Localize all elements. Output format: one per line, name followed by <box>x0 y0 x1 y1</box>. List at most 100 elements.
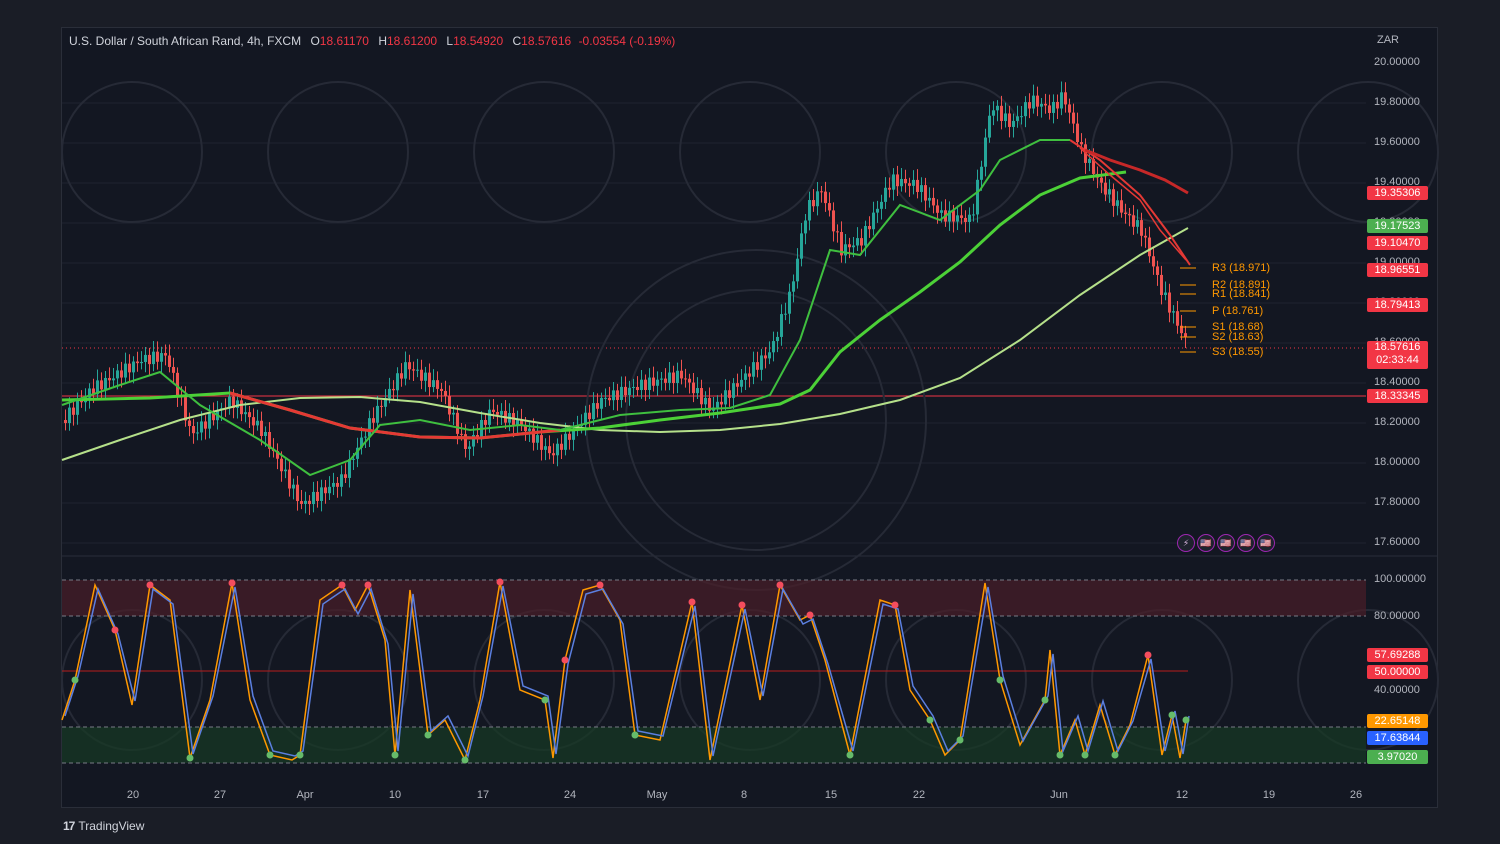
candle-body <box>704 397 707 405</box>
event-icon[interactable]: 🇺🇸 <box>1197 534 1215 552</box>
candle-body <box>344 474 347 478</box>
candle-body <box>348 459 351 478</box>
open-value: 18.61170 <box>319 34 369 48</box>
stoch-cross-dot <box>296 751 304 759</box>
time-axis-label: 22 <box>912 789 926 801</box>
candle-body <box>700 388 703 405</box>
candle-body <box>992 110 995 116</box>
candle-body <box>424 372 427 381</box>
close-value: 18.57616 <box>521 34 572 48</box>
price-tag: 19.10470 <box>1367 236 1428 250</box>
time-axis-label: 12 <box>1175 789 1189 801</box>
event-icon[interactable]: 🇺🇸 <box>1237 534 1255 552</box>
candle-body <box>316 491 319 501</box>
candle-body <box>636 386 639 391</box>
candle-body <box>680 370 683 379</box>
candle-body <box>972 214 975 216</box>
economic-events[interactable]: ⚡ 🇺🇸 🇺🇸 🇺🇸 🇺🇸 <box>1177 534 1275 552</box>
osc-tag: 50.00000 <box>1367 665 1428 679</box>
event-icon[interactable]: 🇺🇸 <box>1257 534 1275 552</box>
candle-body <box>612 390 615 401</box>
event-icon[interactable]: 🇺🇸 <box>1217 534 1235 552</box>
stoch-cross-dot <box>424 731 432 739</box>
candle-body <box>1148 237 1151 257</box>
candle-body <box>452 412 455 415</box>
price-tag-value: 18.57616 <box>1374 341 1421 353</box>
candle-body <box>660 378 663 380</box>
candle-body <box>1128 214 1131 216</box>
candle-body <box>616 390 619 400</box>
stoch-cross-dot <box>926 716 934 724</box>
candle-body <box>400 373 403 379</box>
stoch-cross-dot <box>391 751 399 759</box>
candle-body <box>1076 123 1079 143</box>
candle-body <box>752 362 755 377</box>
symbol-title[interactable]: U.S. Dollar / South African Rand, 4h, FX… <box>69 34 301 48</box>
candle-body <box>688 378 691 383</box>
candle-body <box>988 115 991 138</box>
candle-body <box>148 354 151 365</box>
candle-body <box>1108 189 1111 195</box>
candle-body <box>804 220 807 234</box>
candle-body <box>260 420 263 436</box>
candle-body <box>372 418 375 423</box>
candle-body <box>184 397 187 421</box>
price-tag-value: 19.17523 <box>1374 220 1421 232</box>
candle-body <box>1080 142 1083 145</box>
candle-body <box>932 197 935 206</box>
tradingview-text: TradingView <box>78 819 145 833</box>
osc-tag: 57.69288 <box>1367 648 1428 662</box>
pivot-label: R1 (18.841) <box>1212 288 1271 300</box>
candle-body <box>500 410 503 415</box>
candle-body <box>732 383 735 398</box>
candle-body <box>192 426 195 434</box>
tradingview-logo[interactable]: 17 TradingView <box>63 819 144 833</box>
chart-canvas[interactable] <box>0 0 1500 844</box>
stoch-cross-dot <box>1056 751 1064 759</box>
candle-body <box>444 390 447 397</box>
symbol-header: U.S. Dollar / South African Rand, 4h, FX… <box>69 34 675 48</box>
candle-body <box>1156 266 1159 275</box>
candle-body <box>888 187 891 190</box>
candle-body <box>1112 189 1115 206</box>
candle-body <box>136 361 139 364</box>
price-axis-label: 19.60000 <box>1374 136 1420 148</box>
time-axis-label: 8 <box>740 789 748 801</box>
price-tag-value: 18.33345 <box>1374 390 1421 402</box>
candle-body <box>164 353 167 356</box>
candle-body <box>556 443 559 456</box>
candle-body <box>740 379 743 387</box>
stoch-cross-dot <box>461 756 469 764</box>
osc-axis-label: 40.00000 <box>1374 684 1420 696</box>
candle-body <box>1104 182 1107 195</box>
candle-body <box>544 446 547 450</box>
candle-body <box>896 174 899 187</box>
candle-body <box>440 388 443 391</box>
candle-body <box>780 314 783 337</box>
event-icon[interactable]: ⚡ <box>1177 534 1195 552</box>
candle-body <box>1140 220 1143 236</box>
candle-body <box>208 413 211 429</box>
candle-body <box>940 210 943 213</box>
candle-body <box>352 458 355 460</box>
candle-body <box>296 484 299 502</box>
time-axis-label: 20 <box>126 789 140 801</box>
stoch-cross-dot <box>1111 751 1119 759</box>
high-value: 18.61200 <box>386 34 438 48</box>
candle-body <box>1004 113 1007 121</box>
candle-body <box>716 401 719 408</box>
price-axis-label: 18.20000 <box>1374 416 1420 428</box>
candle-body <box>664 378 667 383</box>
candle-body <box>320 487 323 501</box>
candle-body <box>304 500 307 504</box>
stoch-cross-dot <box>776 581 784 589</box>
candle-body <box>368 418 371 437</box>
candle-body <box>920 185 923 192</box>
candle-body <box>172 366 175 373</box>
candle-body <box>1056 101 1059 109</box>
time-axis-label: Jun <box>1050 789 1068 801</box>
candle-body <box>112 378 115 381</box>
candle-body <box>168 355 171 367</box>
pivot-label: R3 (18.971) <box>1212 262 1271 274</box>
candle-body <box>684 378 687 380</box>
